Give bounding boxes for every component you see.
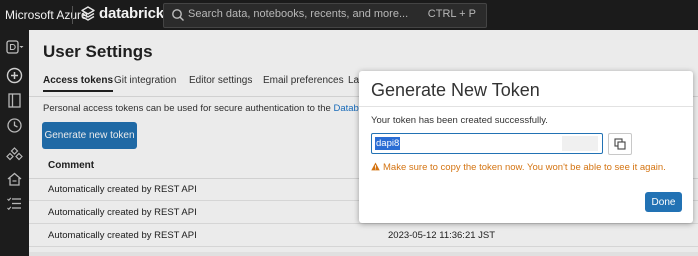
success-message: Your token has been created successfully… bbox=[371, 115, 548, 126]
global-search-input[interactable]: Search data, notebooks, recents, and mor… bbox=[163, 3, 487, 28]
generate-token-dialog: Generate New Token Your token has been c… bbox=[359, 71, 693, 223]
warning-text: Make sure to copy the token now. You won… bbox=[383, 162, 666, 173]
copy-token-button[interactable] bbox=[608, 133, 632, 155]
token-value[interactable]: dapi8 bbox=[375, 137, 401, 150]
token-redaction bbox=[562, 136, 598, 151]
search-shortcut-hint: CTRL + P bbox=[427, 8, 476, 20]
search-icon bbox=[171, 8, 185, 22]
token-field[interactable]: dapi8 bbox=[371, 133, 603, 154]
dialog-title: Generate New Token bbox=[371, 80, 540, 100]
topbar-divider bbox=[72, 6, 73, 24]
warning-icon bbox=[371, 162, 380, 171]
databricks-wordmark[interactable]: databricks bbox=[99, 5, 172, 22]
done-button[interactable]: Done bbox=[645, 192, 682, 212]
copy-warning: Make sure to copy the token now. You won… bbox=[371, 162, 666, 173]
search-placeholder: Search data, notebooks, recents, and mor… bbox=[188, 8, 409, 20]
dialog-divider bbox=[359, 106, 693, 107]
microsoft-azure-label: Microsoft Azure bbox=[5, 8, 88, 22]
databricks-logo-icon[interactable] bbox=[80, 6, 96, 22]
copy-icon bbox=[614, 138, 626, 150]
top-navigation-bar: Microsoft Azure databricks Search data, … bbox=[0, 0, 698, 30]
